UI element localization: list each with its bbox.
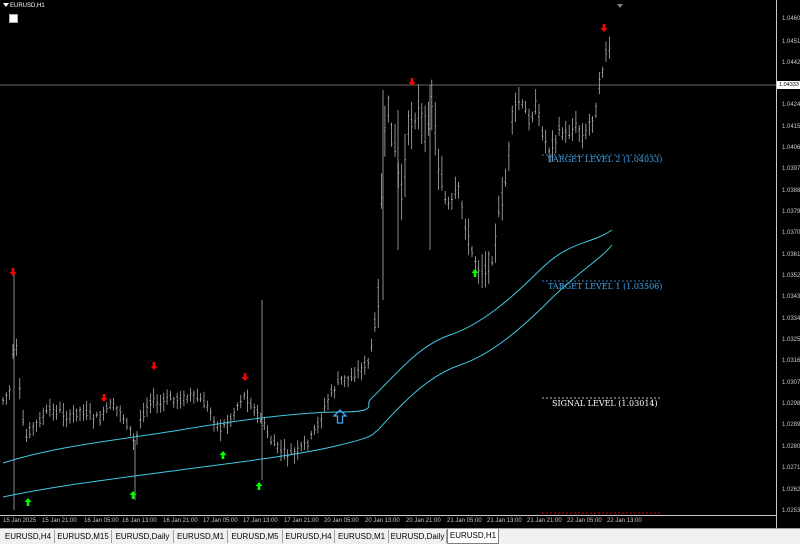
sell-arrow-icon bbox=[150, 362, 158, 370]
price-axis-label: 1.03970 bbox=[782, 166, 800, 172]
chart-tab[interactable]: EURUSD,M15 bbox=[55, 530, 112, 543]
chart-shift-marker-icon bbox=[617, 4, 623, 8]
chart-tab-bar: EURUSD,H4 EURUSD,M15 EURUSD,Daily EURUSD,M1… bbox=[0, 528, 800, 544]
time-axis-label: 17 Jan 21:00 bbox=[284, 518, 319, 524]
chart-tab[interactable]: EURUSD,H4 bbox=[283, 530, 335, 543]
chart-tab[interactable]: EURUSD,M5 bbox=[228, 530, 283, 543]
sell-arrow-icon bbox=[600, 24, 608, 32]
price-axis-label: 1.04060 bbox=[782, 145, 800, 151]
buy-arrow-icon bbox=[255, 482, 263, 490]
price-axis-label: 1.02890 bbox=[782, 422, 800, 428]
time-axis-label: 15 Jan 2025 bbox=[3, 518, 37, 524]
price-axis-label: 1.04600 bbox=[782, 16, 800, 22]
price-axis-label: 1.03250 bbox=[782, 337, 800, 343]
buy-arrow-icon bbox=[471, 269, 479, 277]
chart-tab[interactable]: EURUSD,Daily bbox=[112, 530, 174, 543]
price-axis-label: 1.03340 bbox=[782, 316, 800, 322]
time-axis-label: 20 Jan 21:00 bbox=[406, 518, 441, 524]
time-axis-label: 21 Jan 21:00 bbox=[527, 518, 562, 524]
price-axis-label: 1.02620 bbox=[782, 487, 800, 493]
chart-area[interactable]: EURUSD,H1 TARGET LEVEL 2 (1.04033) TARGE… bbox=[0, 0, 776, 515]
price-axis-label: 1.03610 bbox=[782, 252, 800, 258]
buy-arrow-icon bbox=[24, 498, 32, 506]
price-axis-label: 1.02530 bbox=[782, 508, 800, 514]
time-axis-label: 22 Jan 13:00 bbox=[607, 518, 642, 524]
upper-band-line bbox=[2, 229, 613, 464]
time-axis-label: 21 Jan 05:00 bbox=[447, 518, 482, 524]
price-axis-label: 1.03700 bbox=[782, 230, 800, 236]
sell-arrow-icon bbox=[241, 373, 249, 381]
time-axis-label: 20 Jan 05:00 bbox=[324, 518, 359, 524]
time-axis[interactable]: 15 Jan 2025 15 Jan 21:00 16 Jan 05:00 16 Ja… bbox=[0, 515, 776, 528]
signal-level-label: SIGNAL LEVEL (1.03014) bbox=[552, 399, 658, 408]
price-axis-label: 1.03790 bbox=[782, 209, 800, 215]
chart-tab[interactable]: EURUSD,H4 bbox=[2, 530, 55, 543]
price-axis-label: 1.04420 bbox=[782, 60, 800, 66]
chart-tab[interactable]: EURUSD,M1 bbox=[335, 530, 389, 543]
time-axis-label: 16 Jan 13:00 bbox=[122, 518, 157, 524]
time-axis-label: 22 Jan 05:00 bbox=[567, 518, 602, 524]
time-axis-label: 21 Jan 13:00 bbox=[487, 518, 522, 524]
target-level-2-label: TARGET LEVEL 2 (1.04033) bbox=[548, 155, 663, 164]
lower-band-line bbox=[2, 244, 613, 498]
buy-arrow-icon bbox=[129, 491, 137, 499]
price-axis-label: 1.02980 bbox=[782, 401, 800, 407]
price-axis[interactable]: 1.04600 1.04510 1.04420 1.04240 1.04150 1.040… bbox=[776, 0, 800, 528]
time-axis-label: 16 Jan 21:00 bbox=[163, 518, 198, 524]
price-axis-label: 1.03520 bbox=[782, 273, 800, 279]
time-axis-label: 15 Jan 21:00 bbox=[42, 518, 77, 524]
price-axis-label: 1.03160 bbox=[782, 358, 800, 364]
price-axis-label: 1.04150 bbox=[782, 124, 800, 130]
chart-tab[interactable]: EURUSD,Daily bbox=[389, 530, 447, 543]
chart-tab[interactable]: EURUSD,H1 bbox=[447, 529, 499, 544]
time-axis-label: 17 Jan 05:00 bbox=[203, 518, 238, 524]
chart-tab[interactable]: EURUSD,M1 bbox=[174, 530, 228, 543]
price-axis-label: 1.03430 bbox=[782, 294, 800, 300]
sell-arrow-icon bbox=[9, 268, 17, 276]
price-axis-label: 1.04510 bbox=[782, 39, 800, 45]
time-axis-label: 16 Jan 05:00 bbox=[84, 518, 119, 524]
price-axis-label: 1.03070 bbox=[782, 380, 800, 386]
current-price-marker: 1.04333 bbox=[777, 81, 800, 89]
price-chart bbox=[0, 4, 776, 514]
target-level-1-label: TARGET LEVEL 1 (1.03506) bbox=[548, 282, 663, 291]
sell-arrow-icon bbox=[100, 394, 108, 402]
price-axis-label: 1.02800 bbox=[782, 444, 800, 450]
price-axis-label: 1.04240 bbox=[782, 102, 800, 108]
time-axis-label: 17 Jan 13:00 bbox=[243, 518, 278, 524]
price-axis-label: 1.03880 bbox=[782, 188, 800, 194]
price-axis-label: 1.02710 bbox=[782, 465, 800, 471]
time-axis-label: 20 Jan 13:00 bbox=[365, 518, 400, 524]
buy-arrow-icon bbox=[219, 451, 227, 459]
